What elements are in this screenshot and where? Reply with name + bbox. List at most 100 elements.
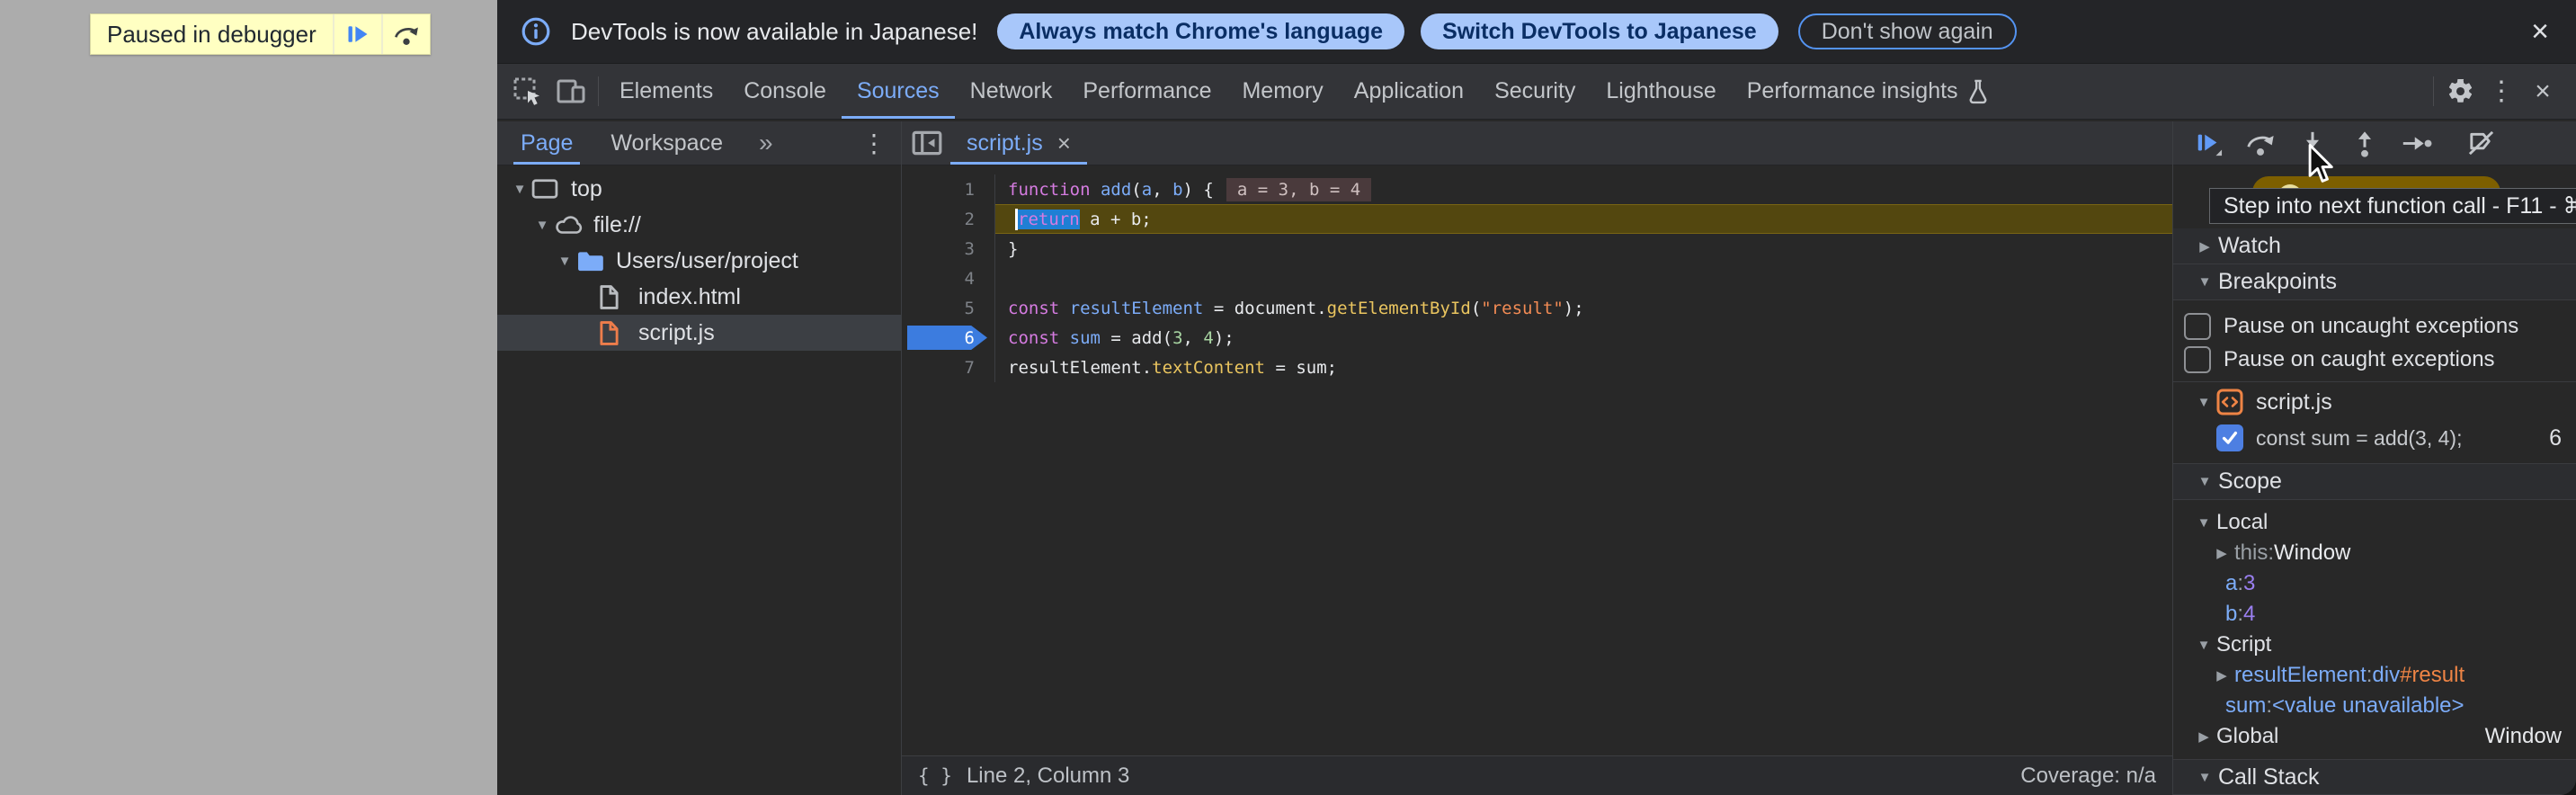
scope-row-this[interactable]: ▶this: Window (2173, 538, 2576, 568)
chevron-down-icon[interactable]: ▼ (2191, 474, 2218, 489)
scope-name: b (2225, 602, 2237, 627)
step-out-button[interactable] (2339, 121, 2391, 165)
line-number: 7 (965, 358, 975, 378)
chevron-down-icon[interactable]: ▼ (2191, 770, 2218, 785)
scope-row-resultelement[interactable]: ▶resultElement: div#result (2173, 660, 2576, 691)
toggle-navigator-panel-icon[interactable] (911, 129, 943, 157)
tab-network[interactable]: Network (955, 64, 1068, 119)
editor-tab-scriptjs[interactable]: script.js × (950, 121, 1087, 165)
chevron-right-icon[interactable]: ▶ (2209, 545, 2234, 561)
resume-icon (345, 22, 370, 47)
line-number-gutter[interactable]: 7 (902, 353, 995, 382)
chevron-down-icon[interactable]: ▼ (2191, 515, 2216, 531)
step-into-button[interactable] (2286, 121, 2339, 165)
step-button[interactable] (2391, 121, 2443, 165)
tab-console[interactable]: Console (728, 64, 842, 119)
section-watch[interactable]: ▶ Watch (2173, 228, 2576, 264)
paused-in-debugger-banner: Paused in debugger (90, 13, 431, 55)
toggle-device-toolbar-button[interactable] (549, 64, 593, 119)
deactivate-breakpoints-button[interactable] (2455, 121, 2507, 165)
code-token (1091, 180, 1101, 200)
tab-application[interactable]: Application (1339, 64, 1479, 119)
code-line-text: } (995, 234, 2172, 264)
settings-button[interactable] (2439, 64, 2481, 119)
more-tabs-icon[interactable]: » (753, 129, 779, 157)
line-number-gutter[interactable]: 6 (902, 323, 995, 353)
notification-close-icon[interactable]: × (2527, 16, 2553, 47)
tree-item-users-user-project[interactable]: ▼Users/user/project (497, 243, 901, 279)
chevron-down-icon[interactable]: ▼ (2191, 274, 2218, 290)
breakpoint-entry[interactable]: const sum = add(3, 4);6 (2173, 420, 2576, 456)
code-token: = document. (1203, 299, 1326, 318)
tab-lighthouse[interactable]: Lighthouse (1591, 64, 1731, 119)
section-breakpoints[interactable]: ▼ Breakpoints (2173, 264, 2576, 300)
scope-row-local[interactable]: ▼Local (2173, 507, 2576, 538)
tab-memory[interactable]: Memory (1226, 64, 1338, 119)
scope-name: a (2225, 571, 2237, 596)
tree-item-top[interactable]: ▼top (497, 171, 901, 207)
breakpoint-checkbox[interactable] (2216, 424, 2243, 451)
chevron-right-icon[interactable]: ▶ (2209, 667, 2234, 683)
line-number-gutter[interactable]: 1 (902, 174, 995, 204)
pretty-print-button[interactable]: { } (918, 765, 952, 787)
tab-close-icon[interactable]: × (1057, 130, 1071, 157)
code-editor[interactable]: 1function add(a, b) {a = 3, b = 42return… (902, 165, 2172, 755)
file-tree: ▼top▼file://▼Users/user/projectindex.htm… (497, 165, 901, 795)
tab-performance[interactable]: Performance (1067, 64, 1226, 119)
line-number-gutter[interactable]: 3 (902, 234, 995, 264)
navigator-tab-page[interactable]: Page (513, 121, 580, 165)
cloud-icon (554, 213, 584, 237)
code-line-2: 2return a + b; (902, 204, 2172, 234)
chevron-down-icon[interactable]: ▼ (508, 182, 531, 197)
resume-button[interactable] (2182, 121, 2234, 165)
step-over-page-button[interactable] (381, 14, 430, 54)
scope-row-global[interactable]: ▶GlobalWindow (2173, 721, 2576, 752)
scope-separator: : (2237, 602, 2243, 627)
step-icon (2402, 131, 2432, 156)
code-token: 4 (1203, 328, 1213, 348)
inspect-element-button[interactable] (506, 64, 549, 119)
tab-security[interactable]: Security (1479, 64, 1591, 119)
toolbar-divider (598, 76, 599, 106)
breakpoint-group-script-js[interactable]: ▼script.js (2173, 384, 2576, 420)
tab-elements[interactable]: Elements (604, 64, 728, 119)
chevron-down-icon[interactable]: ▼ (530, 218, 554, 233)
resume-script-button[interactable] (333, 14, 381, 54)
navigator-more-icon[interactable]: ⋮ (847, 129, 901, 158)
line-number-gutter[interactable]: 2 (902, 204, 995, 234)
notification-action-switch-devtools-to-japanese[interactable]: Switch DevTools to Japanese (1421, 13, 1778, 49)
line-number-gutter[interactable]: 5 (902, 293, 995, 323)
more-options-button[interactable]: ⋮ (2481, 64, 2522, 119)
scope-row-script[interactable]: ▼Script (2173, 630, 2576, 660)
devtools-window: DevTools is now available in Japanese! A… (497, 0, 2576, 795)
checkbox[interactable] (2184, 346, 2211, 373)
chevron-down-icon[interactable]: ▼ (2191, 395, 2216, 410)
tab-sources[interactable]: Sources (842, 64, 955, 119)
navigator-tab-workspace[interactable]: Workspace (603, 121, 730, 165)
scope-row-b[interactable]: b: 4 (2173, 599, 2576, 630)
breakpoint-marker[interactable] (907, 326, 987, 350)
panel-tabs: ElementsConsoleSourcesNetworkPerformance… (604, 64, 2004, 119)
notification-action-always-match-chrome-s-language[interactable]: Always match Chrome's language (997, 13, 1404, 49)
scope-row-a[interactable]: a: 3 (2173, 568, 2576, 599)
checkbox[interactable] (2184, 313, 2211, 340)
option-pause-on-uncaught-exceptions[interactable]: Pause on uncaught exceptions (2173, 309, 2576, 343)
chevron-down-icon[interactable]: ▼ (2191, 638, 2216, 653)
code-token: textContent (1152, 358, 1265, 378)
tab-performance-insights[interactable]: Performance insights (1732, 64, 2004, 119)
tree-item-script-js[interactable]: script.js (497, 315, 901, 351)
scope-row-sum[interactable]: sum: <value unavailable> (2173, 691, 2576, 721)
line-number-gutter[interactable]: 4 (902, 264, 995, 293)
devtools-close-button[interactable]: × (2522, 64, 2563, 119)
section-scope[interactable]: ▼ Scope (2173, 464, 2576, 500)
tree-item-file-[interactable]: ▼file:// (497, 207, 901, 243)
section-call-stack[interactable]: ▼ Call Stack (2173, 759, 2576, 795)
chevron-right-icon[interactable]: ▶ (2191, 728, 2216, 745)
tree-item-index-html[interactable]: index.html (497, 279, 901, 315)
chevron-right-icon[interactable]: ▶ (2191, 238, 2218, 255)
chevron-down-icon[interactable]: ▼ (553, 254, 576, 269)
dont-show-again-button[interactable]: Don't show again (1798, 13, 2017, 49)
option-pause-on-caught-exceptions[interactable]: Pause on caught exceptions (2173, 343, 2576, 376)
web-page-background: Paused in debugger (0, 0, 497, 795)
step-over-button[interactable] (2234, 121, 2286, 165)
